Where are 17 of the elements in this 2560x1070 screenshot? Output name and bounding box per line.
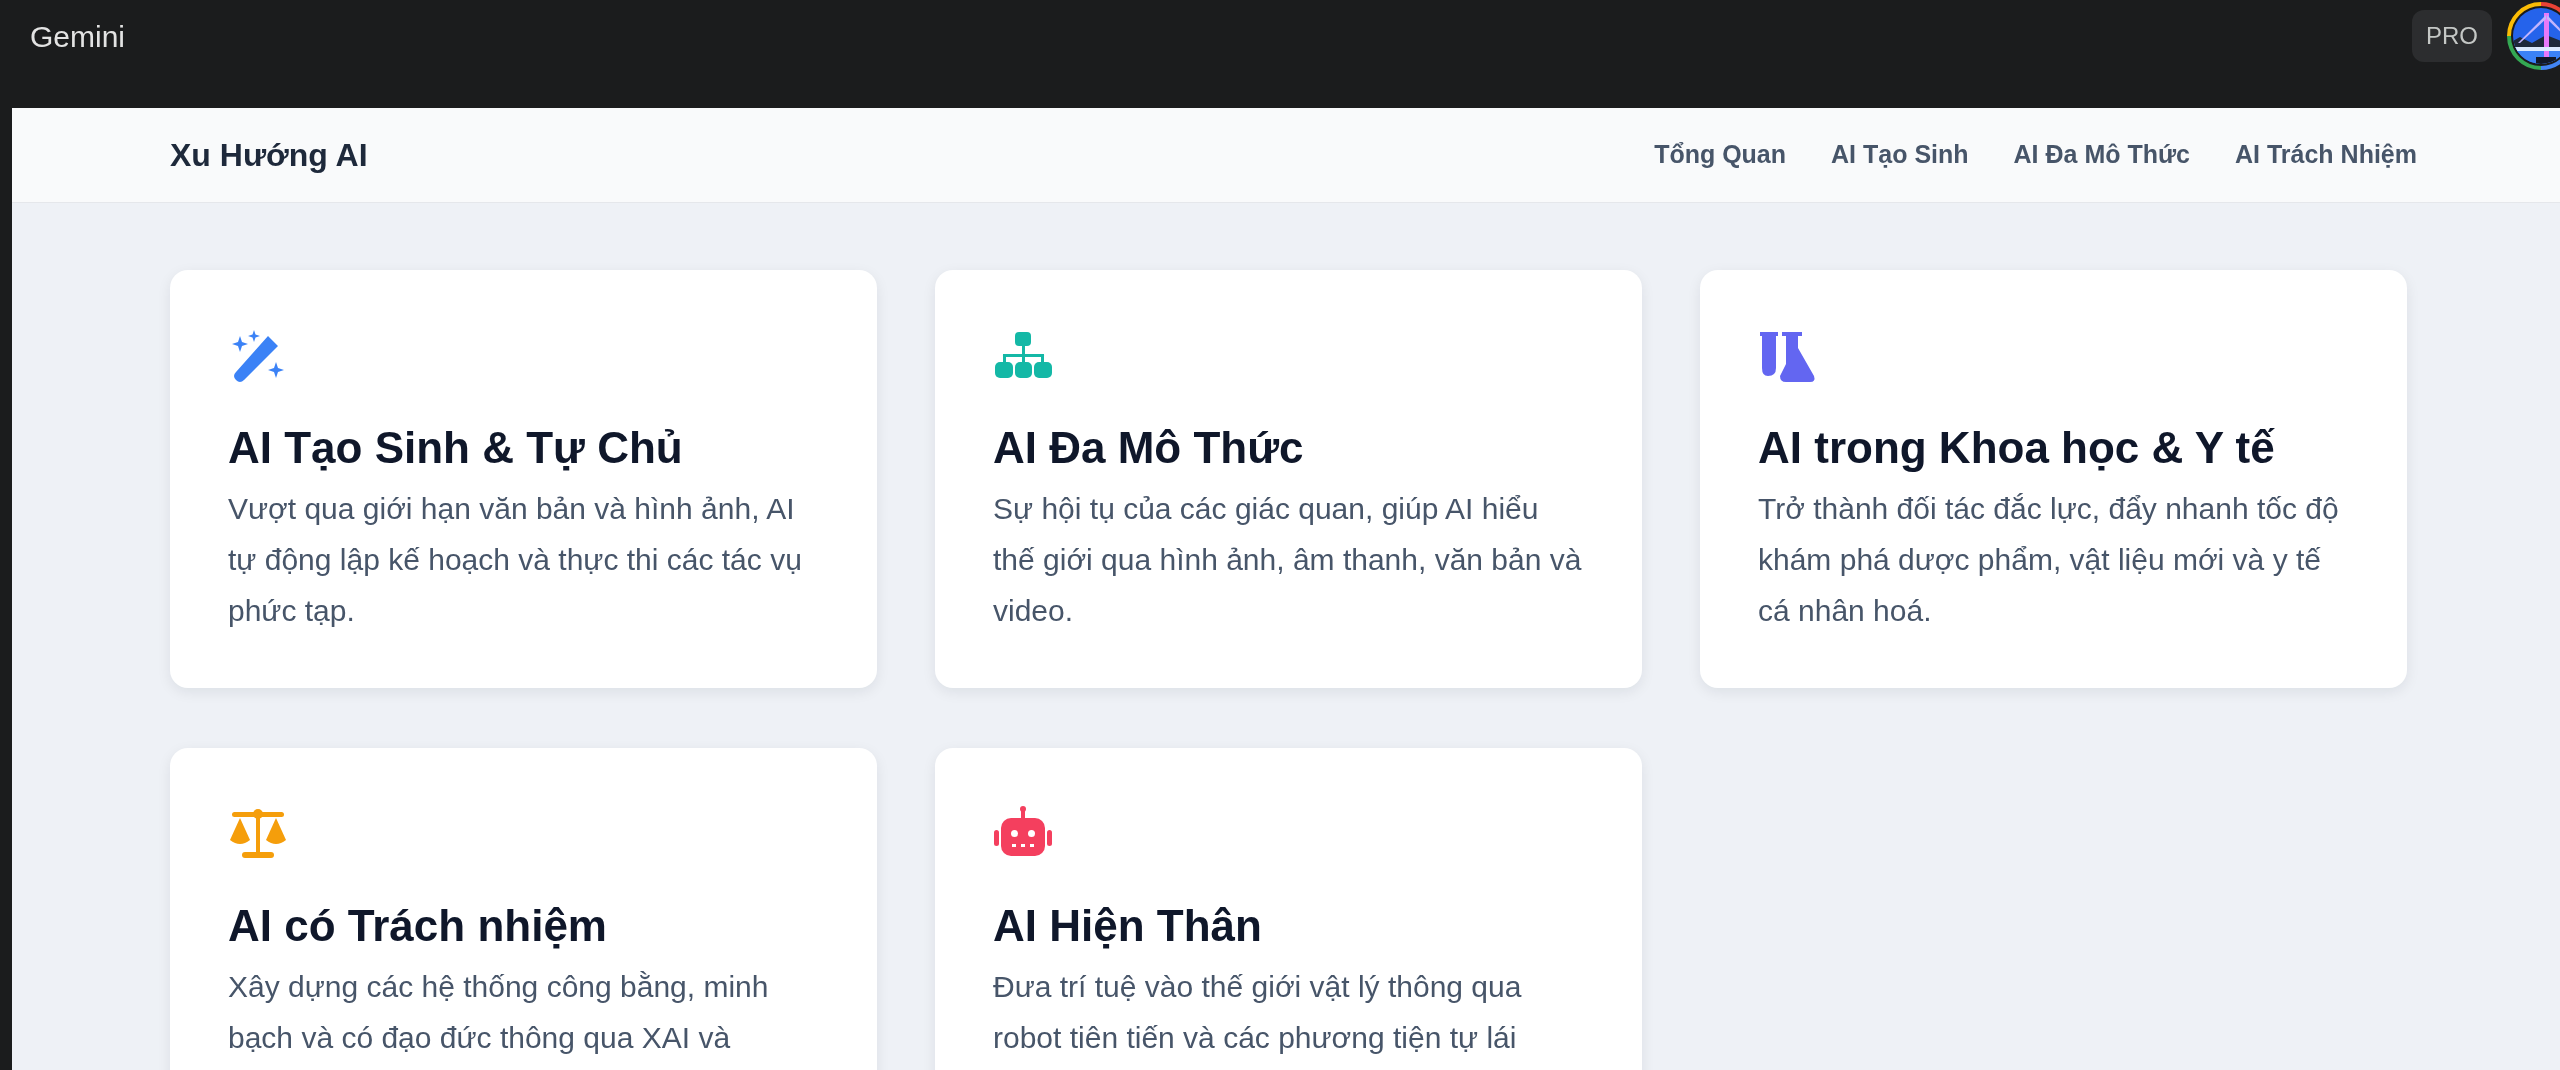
nav-link[interactable]: AI Đa Mô Thức: [2013, 136, 2190, 174]
card-description: Trở thành đối tác đắc lực, đẩy nhanh tốc độ khám phá dược phẩm, vật liệu mới và y tế cá nhân hoá.: [1758, 490, 2340, 629]
nav-link[interactable]: AI Tạo Sinh: [1831, 136, 1969, 174]
card-description: Xây dựng các hệ thống công bằng, minh bạch và có đạo đức thông qua XAI và: [228, 968, 770, 1056]
card-description: Đưa trí tuệ vào thế giới vật lý thông qua robot tiên tiến và các phương tiện tự lái: [993, 968, 1523, 1056]
app-title: Gemini: [30, 18, 126, 55]
pro-badge: PRO: [2412, 10, 2492, 62]
card-title: AI trong Khoa học & Y tế: [1758, 422, 2276, 474]
card-title: AI có Trách nhiệm: [228, 899, 608, 952]
nav-link[interactable]: AI Trách Nhiệm: [2235, 136, 2417, 174]
card-title: AI Tạo Sinh & Tự Chủ: [228, 422, 684, 474]
card-title: AI Đa Mô Thức: [993, 422, 1305, 474]
site-brand[interactable]: Xu Hướng AI: [170, 131, 368, 179]
card-title: AI Hiện Thân: [993, 899, 1263, 952]
card-description: Sự hội tụ của các giác quan, giúp AI hiểu thế giới qua hình ảnh, âm thanh, văn bản và video.: [993, 490, 1583, 629]
nav-link[interactable]: Tổng Quan: [1654, 136, 1787, 174]
card-description: Vượt qua giới hạn văn bản và hình ảnh, AI tự động lập kế hoạch và thực thi các tác vụ phức tạp.: [228, 490, 803, 629]
